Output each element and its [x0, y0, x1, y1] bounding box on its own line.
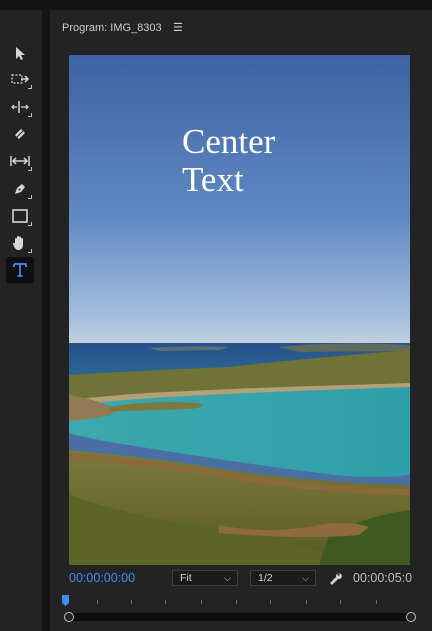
panel-divider[interactable] — [42, 10, 50, 631]
track-select-tool[interactable] — [6, 66, 34, 92]
zoom-select-value: Fit — [180, 572, 192, 584]
slip-tool[interactable] — [6, 148, 34, 174]
ruler-tick — [165, 600, 166, 604]
ruler-tick — [131, 600, 132, 604]
razor-tool[interactable] — [6, 121, 34, 147]
tool-group-indicator — [28, 113, 32, 117]
rectangle-tool[interactable] — [6, 203, 34, 229]
razor-icon — [15, 129, 25, 139]
zoom-handle-right[interactable] — [406, 612, 416, 622]
rectangle-icon — [12, 209, 28, 223]
type-tool[interactable] — [6, 257, 34, 283]
wrench-icon[interactable] — [327, 570, 343, 586]
tool-group-indicator — [28, 249, 32, 253]
selection-tool[interactable] — [6, 40, 34, 66]
tool-group-indicator — [28, 195, 32, 199]
hand-tool[interactable] — [6, 230, 34, 256]
ruler-tick — [376, 600, 377, 604]
resolution-select-value: 1/2 — [258, 572, 273, 584]
pen-tool[interactable] — [6, 176, 34, 202]
playhead-marker-icon[interactable] — [62, 595, 69, 607]
resolution-select[interactable]: 1/2 ⌵ — [250, 570, 316, 586]
playhead-timecode[interactable]: 00:00:00:00 — [69, 571, 135, 585]
overlay-title-text[interactable]: Center Text — [182, 123, 275, 199]
tool-group-indicator — [28, 85, 32, 89]
chevron-down-icon: ⌵ — [224, 573, 231, 583]
type-tool-icon — [13, 263, 27, 277]
selection-arrow-icon — [16, 47, 25, 60]
track-select-icon — [11, 74, 30, 84]
panel-header: Program: IMG_8303 ☰ — [50, 10, 432, 44]
zoom-handle-left[interactable] — [64, 612, 74, 622]
zoom-scroll-track[interactable] — [66, 613, 412, 621]
panel-menu-icon[interactable]: ☰ — [173, 21, 183, 34]
top-bar — [0, 0, 432, 10]
zoom-select[interactable]: Fit ⌵ — [172, 570, 238, 586]
chevron-down-icon: ⌵ — [302, 573, 309, 583]
tool-group-indicator — [28, 222, 32, 226]
ruler-tick — [306, 600, 307, 604]
playback-controls: 00:00:00:00 Fit ⌵ 1/2 ⌵ 00:00:05:0 — [50, 568, 432, 590]
ruler-tick — [97, 600, 98, 604]
program-monitor: Program: IMG_8303 ☰ Center Text 00:00:00… — [50, 10, 432, 631]
panel-title[interactable]: Program: IMG_8303 — [62, 22, 162, 34]
ruler-tick — [201, 600, 202, 604]
tool-group-indicator — [28, 167, 32, 171]
ripple-edit-icon — [11, 101, 29, 113]
tools-panel — [0, 10, 42, 631]
timeline-ruler[interactable] — [50, 594, 432, 631]
hand-icon — [12, 236, 23, 250]
pen-icon — [15, 184, 25, 194]
duration-timecode: 00:00:05:0 — [353, 571, 413, 585]
video-frame[interactable]: Center Text — [69, 55, 410, 565]
ruler-tick — [270, 600, 271, 604]
ripple-edit-tool[interactable] — [6, 94, 34, 120]
ruler-tick — [236, 600, 237, 604]
ruler-tick — [340, 600, 341, 604]
